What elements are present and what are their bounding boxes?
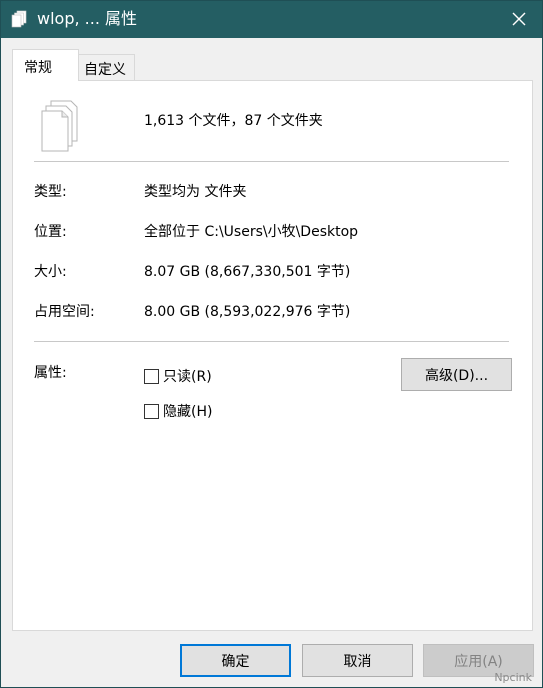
close-button[interactable]	[504, 5, 534, 33]
tab-panel-general	[12, 80, 533, 631]
title-bar[interactable]: wlop, ... 属性	[1, 1, 542, 38]
hidden-checkbox[interactable]	[144, 404, 159, 419]
location-label: 位置:	[34, 224, 67, 240]
hidden-label[interactable]: 隐藏(H)	[163, 402, 212, 422]
size-label: 大小:	[34, 264, 67, 280]
location-value: 全部位于 C:\Users\小牧\Desktop	[144, 224, 359, 240]
size-on-disk-label: 占用空间:	[34, 304, 95, 320]
close-icon	[512, 12, 526, 26]
tab-custom[interactable]: 自定义	[78, 54, 135, 80]
tab-general[interactable]: 常规	[12, 49, 79, 81]
size-value: 8.07 GB (8,667,330,501 字节)	[144, 264, 351, 280]
multiple-files-icon	[11, 10, 27, 28]
separator	[34, 341, 509, 342]
watermark: Npcink	[494, 671, 532, 684]
attributes-label: 属性:	[34, 365, 67, 381]
readonly-label[interactable]: 只读(R)	[163, 367, 212, 387]
selection-summary: 1,613 个文件，87 个文件夹	[144, 113, 323, 129]
type-label: 类型:	[34, 184, 67, 200]
readonly-checkbox[interactable]	[144, 369, 159, 384]
advanced-button[interactable]: 高级(D)...	[401, 358, 512, 391]
ok-button[interactable]: 确定	[180, 644, 291, 677]
multiple-files-icon	[41, 100, 78, 152]
cancel-button[interactable]: 取消	[302, 644, 413, 677]
properties-dialog: wlop, ... 属性 常规 自定义 1,613 个文件，87 个文件夹 类型…	[0, 0, 543, 688]
separator	[34, 161, 509, 162]
size-on-disk-value: 8.00 GB (8,593,022,976 字节)	[144, 304, 351, 320]
type-value: 类型均为 文件夹	[144, 184, 247, 200]
window-title: wlop, ... 属性	[37, 9, 137, 28]
